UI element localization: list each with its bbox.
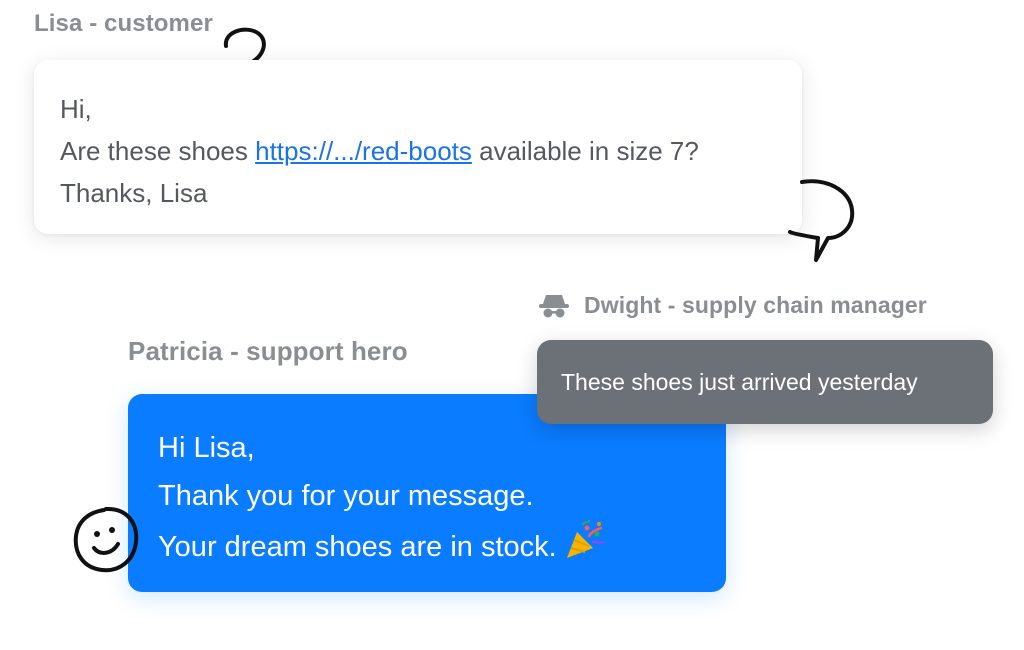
customer-signoff: Thanks, Lisa [60, 178, 208, 208]
question-prefix: Are these shoes [60, 136, 256, 166]
customer-greeting: Hi, [60, 94, 92, 124]
internal-note-bubble: These shoes just arrived yesterday [537, 340, 993, 424]
agent-stock-line: Your dream shoes are in stock. [158, 520, 696, 571]
customer-name-label: Lisa - customer [34, 10, 213, 37]
product-link[interactable]: https://.../red-boots [255, 136, 472, 166]
agent-stock-text: Your dream shoes are in stock. [158, 531, 557, 563]
question-suffix: available in size 7? [471, 136, 699, 166]
agent-greeting: Hi Lisa, [158, 432, 255, 464]
customer-message-bubble: Hi, Are these shoes https://.../red-boot… [34, 60, 802, 234]
agent-thanks: Thank you for your message. [158, 480, 534, 512]
internal-note-author-label: Dwight - supply chain manager [584, 292, 927, 318]
party-popper-icon [566, 520, 604, 558]
speech-bubble-doodle [788, 179, 855, 262]
customer-question: Are these shoes https://.../red-boots av… [60, 130, 776, 172]
smiley-face-doodle [73, 506, 139, 573]
agent-name-label: Patricia - support hero [128, 336, 408, 366]
spy-icon [539, 295, 569, 318]
